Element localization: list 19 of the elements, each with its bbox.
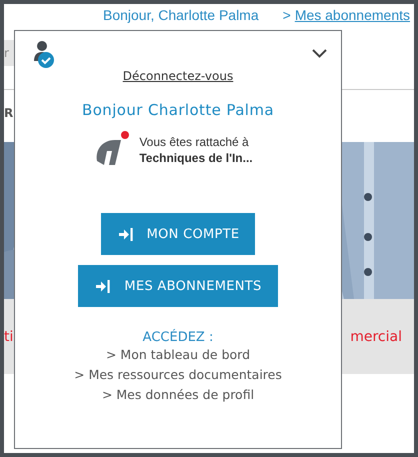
subscriptions-link[interactable]: Mes abonnements — [294, 7, 410, 23]
sign-in-icon — [118, 228, 133, 240]
chevron-down-icon[interactable] — [312, 49, 327, 58]
banner-text: mercial — [350, 328, 402, 344]
greeting: Bonjour Charlotte Palma — [82, 101, 274, 119]
menu-link[interactable]: > Mes données de profil — [102, 385, 254, 405]
chevron-text: > — [282, 7, 291, 23]
user-check-icon — [33, 41, 55, 69]
menu-link[interactable]: > Mon tableau de bord — [106, 345, 250, 365]
affiliation-text: Vous êtes rattaché à Techniques de l'In... — [139, 134, 253, 166]
access-heading: ACCÉDEZ : — [142, 330, 214, 345]
menu-link[interactable]: > Mes ressources documentaires — [74, 365, 282, 385]
sign-in-icon — [96, 280, 110, 292]
banner-text: ti — [4, 328, 14, 344]
logout-link[interactable]: Déconnectez-vous — [122, 69, 234, 83]
login-button[interactable]: MON COMPTE — [100, 213, 256, 255]
login-button[interactable]: MES ABONNEMENTS — [78, 265, 278, 307]
section-heading: R — [4, 106, 14, 122]
greeting-text: Bonjour, Charlotte Palma — [102, 7, 259, 23]
